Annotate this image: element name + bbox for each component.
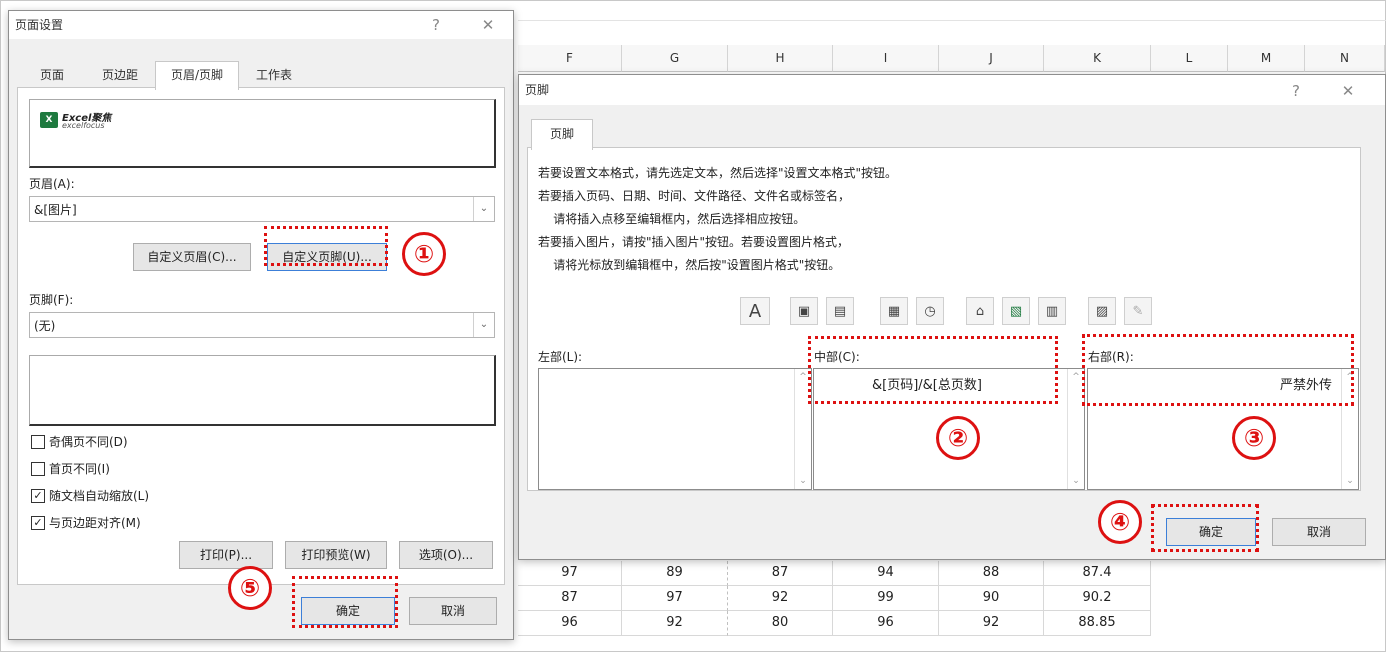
- header-preview: X Excel聚焦 excelfocus: [29, 99, 496, 168]
- first-page-checkbox[interactable]: [31, 462, 45, 476]
- column-header-h[interactable]: H: [728, 45, 833, 72]
- scale-with-doc-checkbox[interactable]: ✓: [31, 489, 45, 503]
- tab-page[interactable]: 页面: [27, 63, 77, 87]
- table-cell[interactable]: 90: [939, 586, 1044, 611]
- file-name-icon[interactable]: ▧: [1002, 297, 1030, 325]
- close-icon[interactable]: ✕: [1335, 77, 1361, 105]
- sheet-name-icon[interactable]: ▥: [1038, 297, 1066, 325]
- scale-with-doc-label: 随文档自动缩放(L): [49, 489, 150, 503]
- footer-select[interactable]: (无) ⌄: [29, 312, 495, 338]
- table-cell[interactable]: 92: [939, 611, 1044, 636]
- table-cell[interactable]: 94: [833, 561, 939, 586]
- align-margins-checkbox[interactable]: ✓: [31, 516, 45, 530]
- file-path-icon[interactable]: ⌂: [966, 297, 994, 325]
- tab-sheet[interactable]: 工作表: [241, 63, 307, 87]
- print-preview-button[interactable]: 打印预览(W): [285, 541, 387, 569]
- table-cell[interactable]: 92: [728, 586, 833, 611]
- table-cell[interactable]: 97: [622, 586, 728, 611]
- footer-dialog-title: 页脚: [525, 83, 550, 97]
- first-page-label: 首页不同(I): [49, 462, 110, 476]
- column-header-n[interactable]: N: [1305, 45, 1385, 72]
- annotation-marker-2: ②: [936, 416, 980, 460]
- chevron-down-icon[interactable]: ⌄: [1068, 473, 1084, 489]
- chevron-down-icon[interactable]: ⌄: [1342, 473, 1358, 489]
- date-icon[interactable]: ▦: [880, 297, 908, 325]
- sheet-gridline: [518, 20, 1386, 21]
- annotation-highlight-3: [1082, 334, 1354, 406]
- footer-label: 页脚(F):: [29, 293, 74, 307]
- annotation-highlight-1: [264, 226, 388, 266]
- time-icon[interactable]: ◷: [916, 297, 944, 325]
- table-cell[interactable]: 89: [622, 561, 728, 586]
- table-cell[interactable]: 87.4: [1044, 561, 1151, 586]
- table-cell[interactable]: 96: [518, 611, 622, 636]
- left-section-label: 左部(L):: [538, 350, 583, 364]
- table-cell[interactable]: 96: [833, 611, 939, 636]
- annotation-highlight-5: [292, 576, 398, 628]
- column-header-i[interactable]: I: [833, 45, 939, 72]
- annotation-marker-1: ①: [402, 232, 446, 276]
- format-text-icon[interactable]: A: [740, 297, 770, 325]
- tab-header-footer[interactable]: 页眉/页脚: [155, 61, 239, 90]
- instruction-line: 若要插入页码、日期、时间、文件路径、文件名或标签名，: [538, 189, 851, 203]
- header-label: 页眉(A):: [29, 177, 75, 191]
- annotation-marker-4: ④: [1098, 500, 1142, 544]
- insert-picture-icon[interactable]: ▨: [1088, 297, 1116, 325]
- tab-footer[interactable]: 页脚: [531, 119, 593, 150]
- column-header-m[interactable]: M: [1228, 45, 1305, 72]
- footer-preview: [29, 355, 496, 426]
- align-margins-label: 与页边距对齐(M): [49, 516, 141, 530]
- annotation-highlight-4: [1151, 504, 1259, 552]
- dialog-title: 页面设置: [15, 18, 64, 32]
- column-header-f[interactable]: F: [518, 45, 622, 72]
- annotation-marker-5: ⑤: [228, 566, 272, 610]
- odd-even-checkbox[interactable]: [31, 435, 45, 449]
- table-cell[interactable]: 87: [518, 586, 622, 611]
- column-header-k[interactable]: K: [1044, 45, 1151, 72]
- column-header-j[interactable]: J: [939, 45, 1044, 72]
- footer-select-value: (无): [34, 319, 56, 333]
- table-cell[interactable]: 88.85: [1044, 611, 1151, 636]
- instruction-line: 请将光标放到编辑框中，然后按"设置图片格式"按钮。: [538, 258, 841, 272]
- table-cell[interactable]: 87: [728, 561, 833, 586]
- odd-even-label: 奇偶页不同(D): [49, 435, 128, 449]
- annotation-marker-3: ③: [1232, 416, 1276, 460]
- format-picture-icon: ✎: [1124, 297, 1152, 325]
- options-button[interactable]: 选项(O)...: [399, 541, 493, 569]
- close-icon[interactable]: ✕: [475, 11, 501, 39]
- table-cell[interactable]: 92: [622, 611, 728, 636]
- help-icon[interactable]: ?: [1283, 77, 1309, 105]
- page-number-icon[interactable]: ▣: [790, 297, 818, 325]
- instruction-line: 若要插入图片，请按"插入图片"按钮。若要设置图片格式，: [538, 235, 850, 249]
- footer-dialog-titlebar: 页脚: [519, 75, 1385, 105]
- instructions: 若要设置文本格式，请先选定文本，然后选择"设置文本格式"按钮。 若要插入页码、日…: [538, 162, 897, 277]
- instruction-line: 若要设置文本格式，请先选定文本，然后选择"设置文本格式"按钮。: [538, 166, 898, 180]
- print-button[interactable]: 打印(P)...: [179, 541, 273, 569]
- column-header-l[interactable]: L: [1151, 45, 1228, 72]
- instruction-line: 请将插入点移至编辑框内，然后选择相应按钮。: [538, 212, 806, 226]
- table-cell[interactable]: 80: [728, 611, 833, 636]
- excel-logo-icon: X: [40, 112, 58, 128]
- tab-margins[interactable]: 页边距: [87, 63, 153, 87]
- table-cell[interactable]: 99: [833, 586, 939, 611]
- header-select-value: &[图片]: [34, 203, 77, 217]
- left-section-input[interactable]: ^ ⌄: [538, 368, 812, 490]
- cancel-button[interactable]: 取消: [409, 597, 497, 625]
- footer-cancel-button[interactable]: 取消: [1272, 518, 1366, 546]
- table-cell[interactable]: 90.2: [1044, 586, 1151, 611]
- column-header-g[interactable]: G: [622, 45, 728, 72]
- chevron-down-icon[interactable]: ⌄: [473, 313, 494, 337]
- chevron-down-icon[interactable]: ⌄: [473, 197, 494, 221]
- logo-subtext: excelfocus: [62, 121, 105, 130]
- chevron-down-icon[interactable]: ⌄: [795, 473, 811, 489]
- table-cell[interactable]: 88: [939, 561, 1044, 586]
- header-select[interactable]: &[图片] ⌄: [29, 196, 495, 222]
- page-count-icon[interactable]: ▤: [826, 297, 854, 325]
- page-setup-dialog: 页面设置 ? ✕ 页面 页边距 页眉/页脚 工作表 X Excel聚焦 exce…: [8, 10, 514, 640]
- annotation-highlight-2: [808, 336, 1058, 404]
- custom-header-button[interactable]: 自定义页眉(C)...: [133, 243, 251, 271]
- help-icon[interactable]: ?: [423, 11, 449, 39]
- table-cell[interactable]: 97: [518, 561, 622, 586]
